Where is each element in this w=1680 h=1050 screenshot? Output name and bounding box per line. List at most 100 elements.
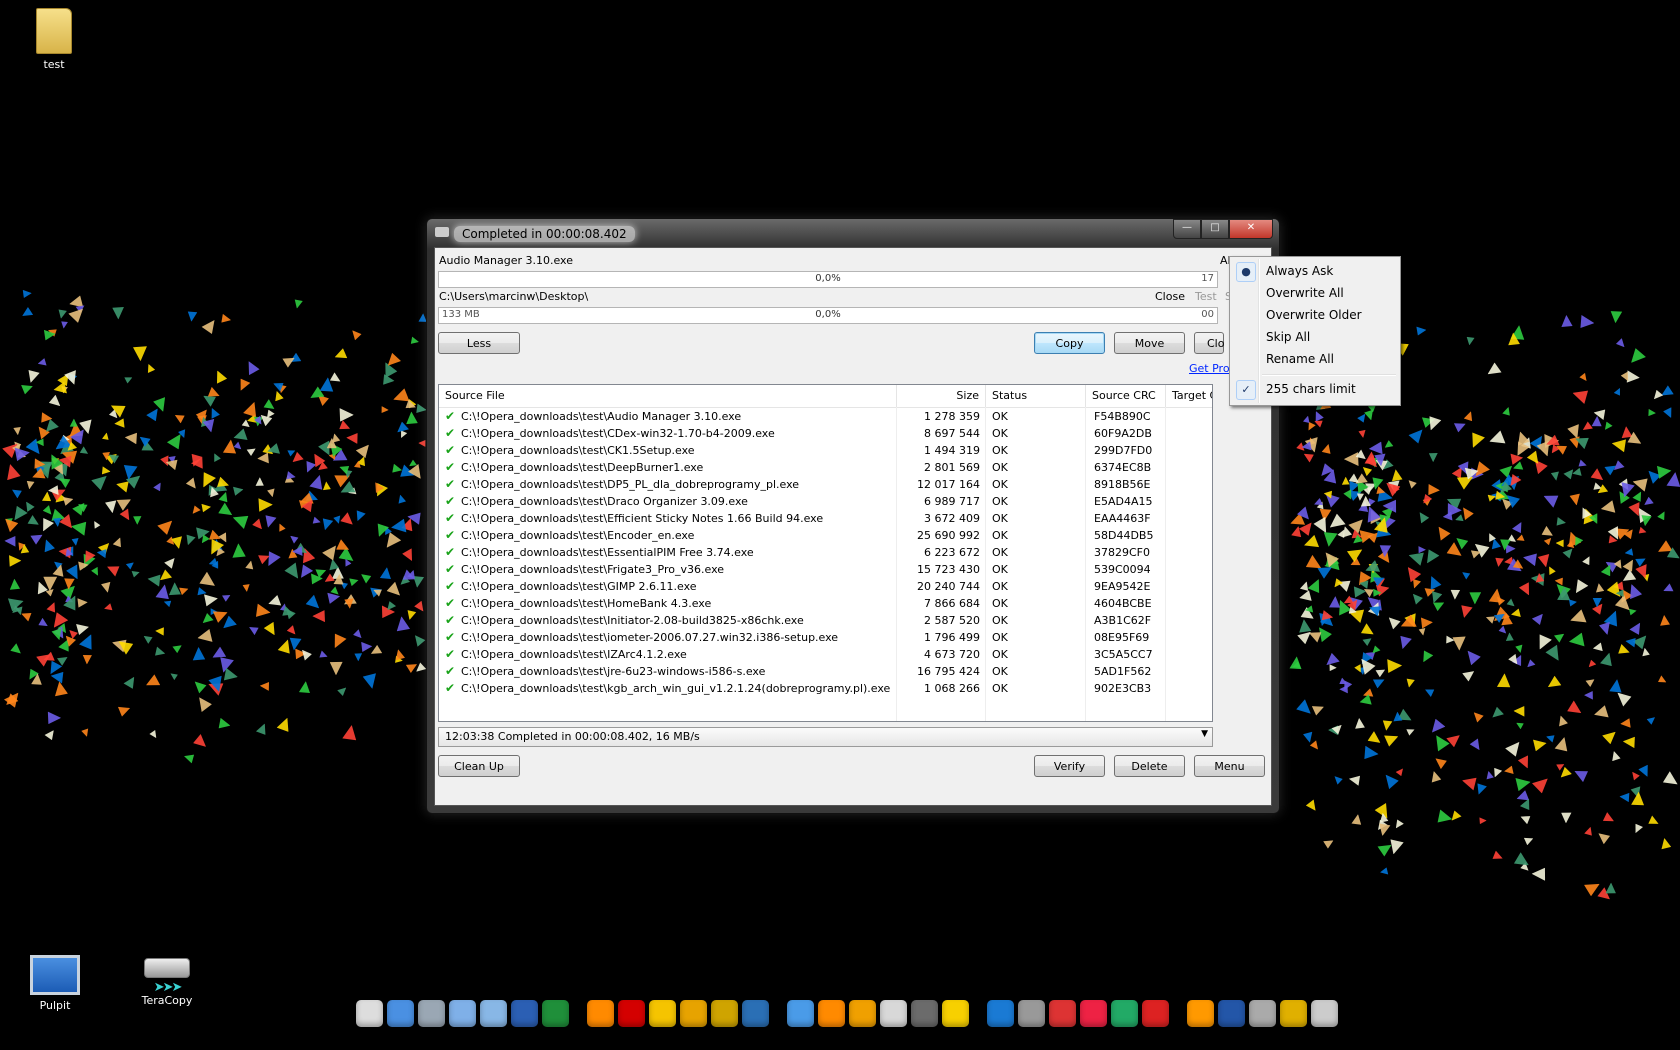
close-option-label[interactable]: Close [1155, 290, 1185, 303]
taskbar-app-icon[interactable] [1142, 999, 1169, 1027]
taskbar-app-icon[interactable] [987, 999, 1014, 1027]
taskbar-app-icon[interactable] [880, 999, 907, 1027]
menu-item-255-chars-limit[interactable]: ✓ 255 chars limit [1232, 378, 1398, 400]
monitor-icon [30, 955, 80, 995]
taskbar-app-icon[interactable] [1280, 999, 1307, 1027]
table-row[interactable]: ✔ C:\!Opera_downloads\test\HomeBank 4.3.e… [439, 595, 1212, 612]
taskbar-app-icon[interactable] [449, 999, 476, 1027]
checkmark-icon: ✔ [445, 443, 456, 457]
desktop-icon-teracopy[interactable]: ➤➤➤ TeraCopy [127, 948, 207, 1007]
menu-button[interactable]: Menu [1194, 755, 1265, 777]
delete-button[interactable]: Delete [1114, 755, 1185, 777]
move-button[interactable]: Move [1114, 332, 1185, 354]
less-button[interactable]: Less [438, 332, 520, 354]
taskbar-app-icon[interactable] [1080, 999, 1107, 1027]
taskbar-app-icon[interactable] [649, 999, 676, 1027]
taskbar-app-icon[interactable] [418, 999, 445, 1027]
menu-item-rename-all[interactable]: Rename All [1232, 348, 1398, 370]
column-status[interactable]: Status [986, 385, 1086, 407]
table-row[interactable]: ✔ C:\!Opera_downloads\test\Efficient Stic… [439, 510, 1212, 527]
table-row[interactable]: ✔ C:\!Opera_downloads\test\Encoder_en.exe… [439, 527, 1212, 544]
table-row[interactable]: ✔ C:\!Opera_downloads\test\GIMP 2.6.11.ex… [439, 578, 1212, 595]
row-size: 6 989 717 [924, 495, 980, 508]
table-row[interactable]: ✔ C:\!Opera_downloads\test\EssentialPIM F… [439, 544, 1212, 561]
taskbar-app-icon[interactable] [711, 999, 738, 1027]
table-row[interactable]: ✔ C:\!Opera_downloads\test\Initiator-2.08… [439, 612, 1212, 629]
column-target-crc[interactable]: Target CRC [1166, 385, 1212, 407]
checkmark-icon: ✔ [445, 477, 456, 491]
get-pro-link[interactable]: Get Pro [1189, 362, 1230, 375]
chevron-down-icon[interactable]: ▼ [1201, 729, 1208, 739]
row-size: 20 240 744 [917, 580, 980, 593]
row-size: 7 866 684 [924, 597, 980, 610]
close-window-button[interactable]: ✕ [1229, 219, 1273, 239]
taskbar-app-icon[interactable] [387, 999, 414, 1027]
column-source-crc[interactable]: Source CRC [1086, 385, 1166, 407]
row-source-crc: 3C5A5CC7 [1094, 648, 1153, 661]
menu-item-skip-all[interactable]: Skip All [1232, 326, 1398, 348]
file-list[interactable]: Source File Size Status Source CRC Targe… [438, 384, 1213, 722]
test-option-label[interactable]: Test [1195, 290, 1217, 303]
taskbar-app-icon[interactable] [787, 999, 814, 1027]
table-row[interactable]: ✔ C:\!Opera_downloads\test\DeepBurner1.ex… [439, 459, 1212, 476]
taskbar-app-icon[interactable] [680, 999, 707, 1027]
row-status: OK [992, 478, 1008, 491]
row-status: OK [992, 444, 1008, 457]
total-progress-percent: 0,0% [815, 309, 841, 320]
maximize-button[interactable]: □ [1201, 219, 1229, 239]
checkmark-icon: ✔ [445, 494, 456, 508]
row-status: OK [992, 597, 1008, 610]
taskbar-app-icon[interactable] [511, 999, 538, 1027]
file-progress-right: 17 [1201, 273, 1214, 284]
row-source-crc: 299D7FD0 [1094, 444, 1153, 457]
taskbar-app-icon[interactable] [1249, 999, 1276, 1027]
row-status: OK [992, 631, 1008, 644]
desktop-icon-pulpit[interactable]: Pulpit [15, 955, 95, 1012]
taskbar-app-icon[interactable] [742, 999, 769, 1027]
file-progress-percent: 0,0% [815, 273, 841, 284]
close-button[interactable]: Clo [1194, 332, 1224, 354]
taskbar-app-icon[interactable] [1218, 999, 1245, 1027]
taskbar-app-icon[interactable] [1111, 999, 1138, 1027]
clean-up-button[interactable]: Clean Up [438, 755, 520, 777]
table-row[interactable]: ✔ C:\!Opera_downloads\test\DP5_PL_dla_dob… [439, 476, 1212, 493]
taskbar-app-icon[interactable] [911, 999, 938, 1027]
table-row[interactable]: ✔ C:\!Opera_downloads\test\kgb_arch_win_g… [439, 680, 1212, 697]
taskbar-app-icon[interactable] [356, 999, 383, 1027]
taskbar-app-icon[interactable] [818, 999, 845, 1027]
taskbar-app-icon[interactable] [587, 999, 614, 1027]
status-log[interactable]: 12:03:38 Completed in 00:00:08.402, 16 M… [438, 727, 1213, 747]
column-size[interactable]: Size [897, 385, 986, 407]
table-row[interactable]: ✔ C:\!Opera_downloads\test\Draco Organize… [439, 493, 1212, 510]
menu-item-always-ask[interactable]: ● Always Ask [1232, 260, 1398, 282]
column-source-file[interactable]: Source File [439, 385, 897, 407]
table-row[interactable]: ✔ C:\!Opera_downloads\test\CK1.5Setup.exe… [439, 442, 1212, 459]
taskbar-app-icon[interactable] [1187, 999, 1214, 1027]
taskbar-app-icon[interactable] [1018, 999, 1045, 1027]
minimize-button[interactable]: — [1173, 219, 1201, 239]
taskbar-app-icon[interactable] [1049, 999, 1076, 1027]
row-source-crc: 37829CF0 [1094, 546, 1150, 559]
table-row[interactable]: ✔ C:\!Opera_downloads\test\CDex-win32-1.7… [439, 425, 1212, 442]
taskbar-app-icon[interactable] [480, 999, 507, 1027]
verify-button[interactable]: Verify [1034, 755, 1105, 777]
table-row[interactable]: ✔ C:\!Opera_downloads\test\IZArc4.1.2.exe… [439, 646, 1212, 663]
row-status: OK [992, 461, 1008, 474]
menu-item-overwrite-older[interactable]: Overwrite Older [1232, 304, 1398, 326]
desktop-icon-test[interactable]: test [14, 8, 94, 71]
table-row[interactable]: ✔ C:\!Opera_downloads\test\Audio Manager … [439, 408, 1212, 425]
table-row[interactable]: ✔ C:\!Opera_downloads\test\jre-6u23-windo… [439, 663, 1212, 680]
title-bar[interactable]: Completed in 00:00:08.402 — □ ✕ [427, 219, 1279, 247]
taskbar-app-icon[interactable] [542, 999, 569, 1027]
taskbar-app-icon[interactable] [942, 999, 969, 1027]
taskbar-app-icon[interactable] [618, 999, 645, 1027]
taskbar-app-icon[interactable] [849, 999, 876, 1027]
taskbar-dock [356, 995, 1338, 1031]
menu-item-overwrite-all[interactable]: Overwrite All [1232, 282, 1398, 304]
table-row[interactable]: ✔ C:\!Opera_downloads\test\Frigate3_Pro_v… [439, 561, 1212, 578]
copy-button[interactable]: Copy [1034, 332, 1105, 354]
table-row[interactable]: ✔ C:\!Opera_downloads\test\iometer-2006.0… [439, 629, 1212, 646]
taskbar-app-icon[interactable] [1311, 999, 1338, 1027]
row-size: 16 795 424 [917, 665, 980, 678]
checkmark-icon: ✔ [445, 511, 456, 525]
